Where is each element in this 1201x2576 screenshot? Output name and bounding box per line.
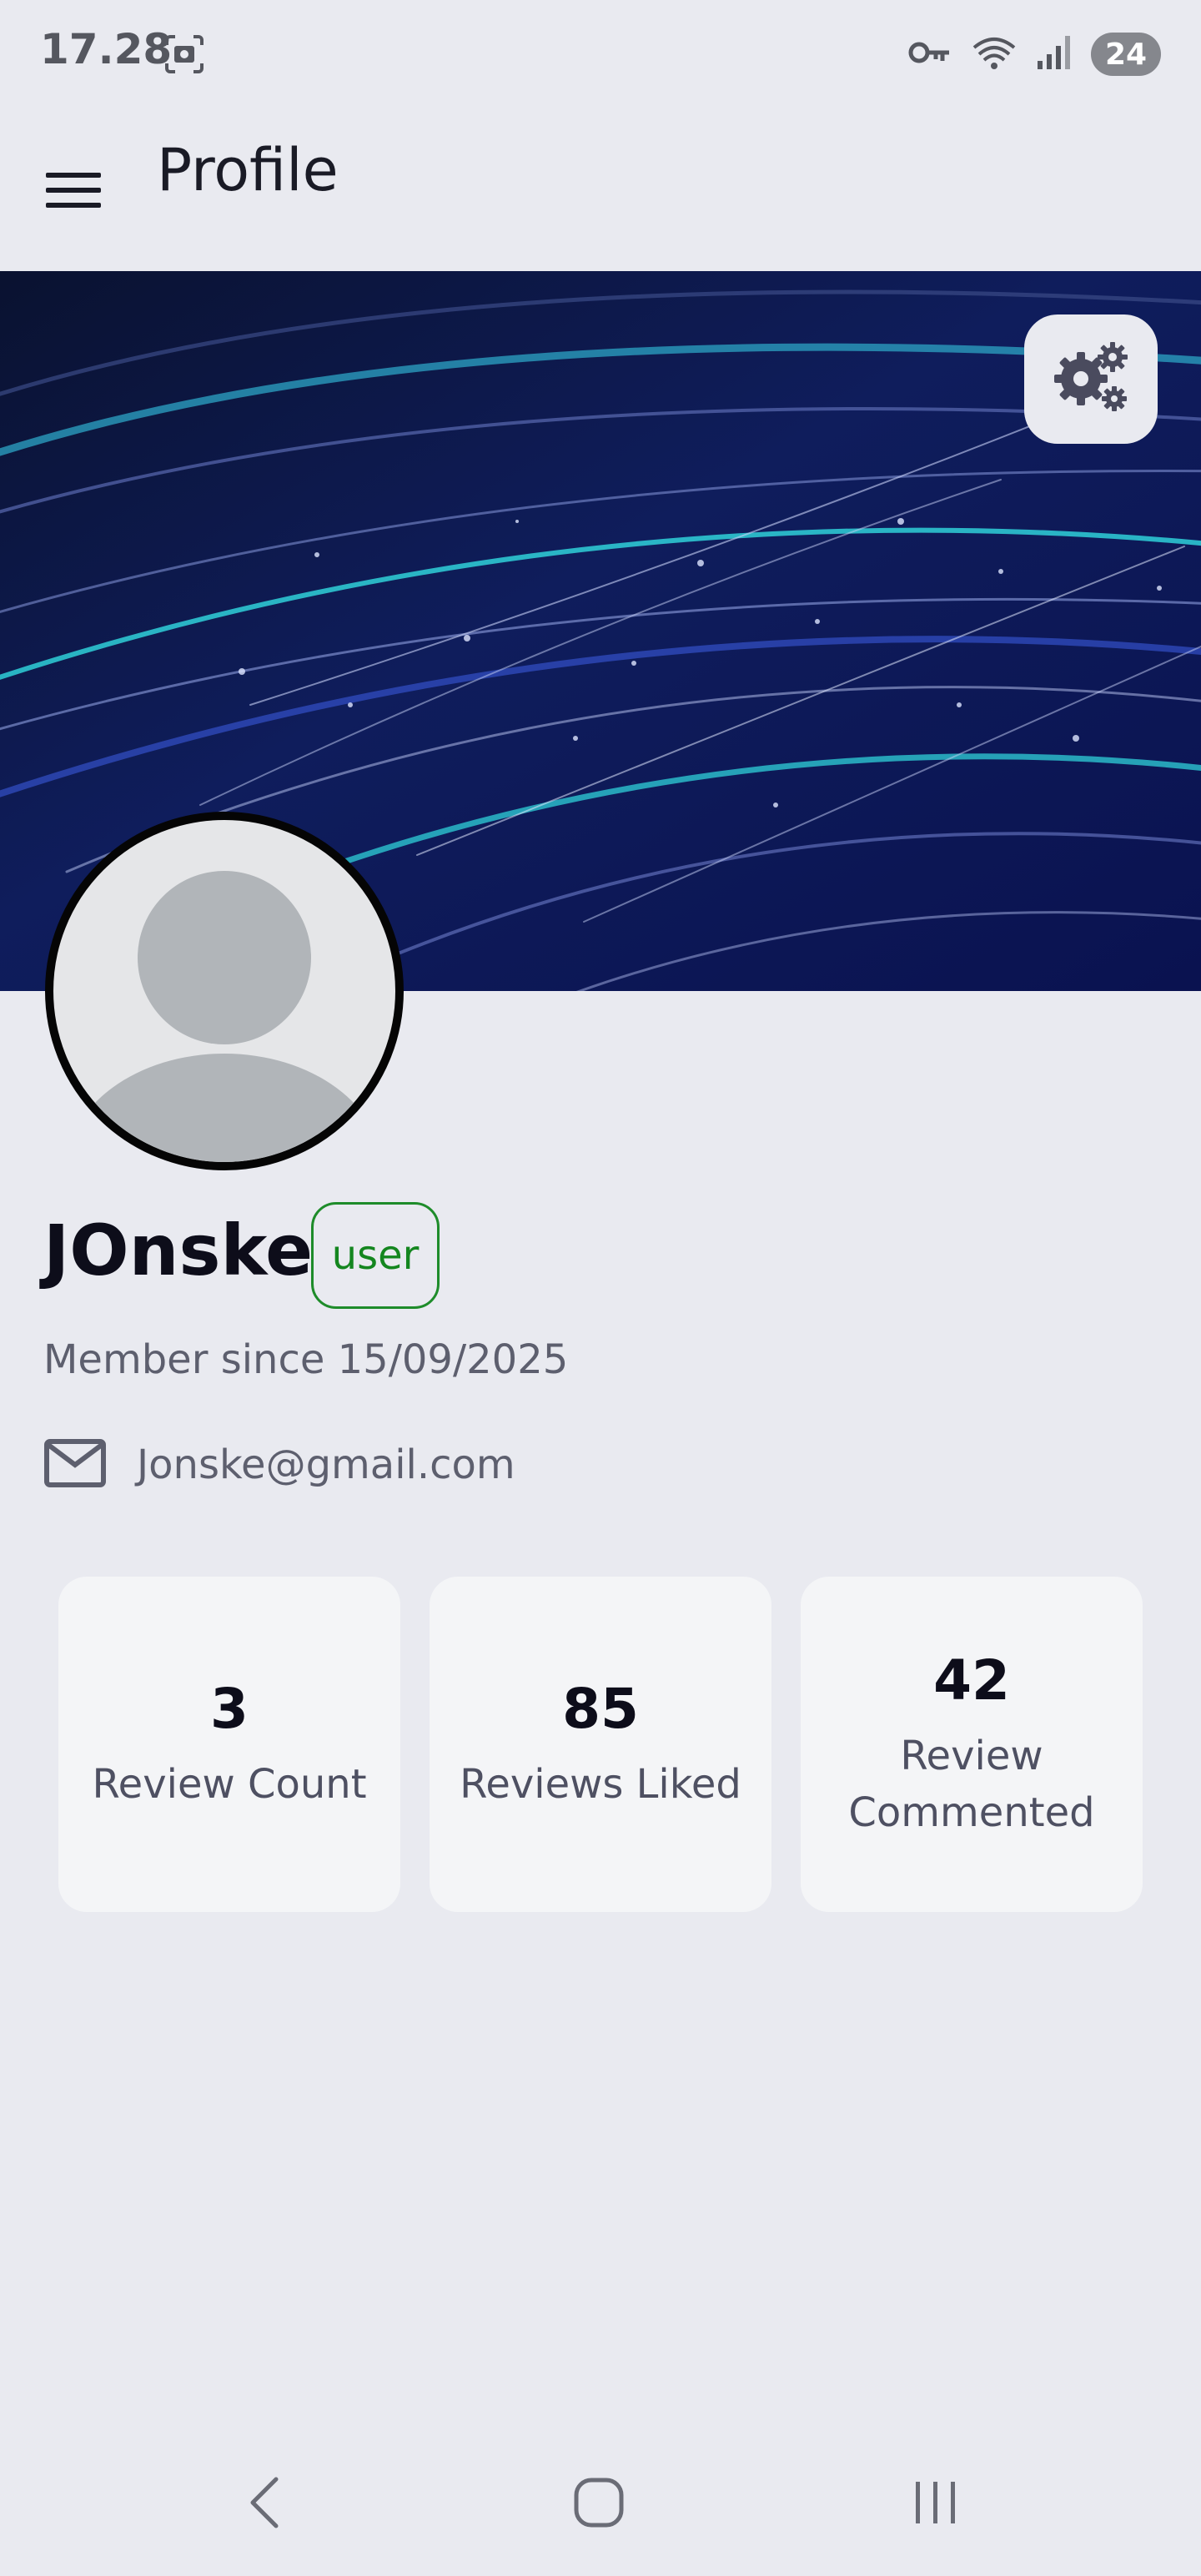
vpn-key-icon (907, 38, 952, 70)
signal-icon (1036, 34, 1073, 74)
battery-icon: 24 (1091, 33, 1161, 76)
stat-value: 42 (933, 1648, 1010, 1713)
member-since: Member since 15/09/2025 (43, 1336, 569, 1383)
gears-icon (1051, 340, 1131, 419)
role-badge: user (311, 1202, 440, 1309)
email-address: Jonske@gmail.com (137, 1441, 515, 1488)
system-nav-bar (0, 2453, 1201, 2553)
screenshot-icon (163, 33, 205, 75)
stat-label: Review Commented (848, 1732, 1095, 1836)
wifi-icon (971, 34, 1018, 74)
settings-button[interactable] (1024, 314, 1158, 444)
back-icon[interactable] (224, 2469, 307, 2536)
mail-icon (43, 1438, 107, 1492)
app-bar: Profile (0, 108, 1201, 271)
status-time: 17.28 (40, 25, 173, 73)
page-title: Profile (157, 136, 339, 204)
home-icon[interactable] (557, 2469, 641, 2536)
stat-label: Reviews Liked (460, 1760, 741, 1808)
username: JOnske (43, 1210, 314, 1291)
stat-value: 3 (210, 1676, 249, 1741)
stat-card-review-commented[interactable]: 42 Review Commented (801, 1577, 1143, 1912)
hamburger-menu-icon[interactable] (40, 157, 107, 224)
avatar[interactable] (45, 812, 404, 1170)
recent-apps-icon[interactable] (894, 2469, 977, 2536)
stat-card-review-count[interactable]: 3 Review Count (58, 1577, 400, 1912)
stat-label: Review Count (92, 1760, 367, 1808)
stat-value: 85 (562, 1676, 639, 1741)
email-row: Jonske@gmail.com (43, 1435, 515, 1495)
status-bar: 17.28 24 (0, 0, 1201, 108)
stat-card-reviews-liked[interactable]: 85 Reviews Liked (430, 1577, 771, 1912)
